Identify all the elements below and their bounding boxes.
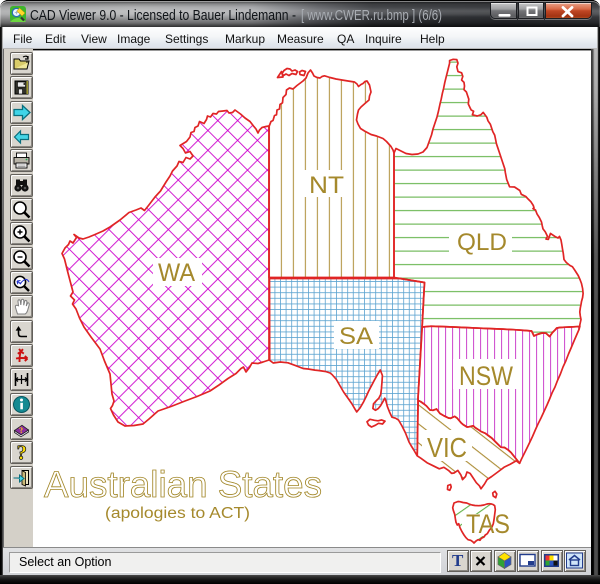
svg-text:T: T xyxy=(452,551,464,570)
svg-text:[ www.CWER.ru.bmp ] (6/6): [ www.CWER.ru.bmp ] (6/6) xyxy=(301,8,442,24)
svg-text:TAS: TAS xyxy=(466,509,510,539)
svg-text:NT: NT xyxy=(309,172,344,199)
svg-text:?: ? xyxy=(17,442,28,463)
svg-text:(apologies to ACT): (apologies to ACT) xyxy=(105,505,250,522)
svg-text:VIC: VIC xyxy=(427,432,467,463)
svg-text:SA: SA xyxy=(339,323,373,350)
svg-text:Australian States: Australian States xyxy=(44,464,322,505)
svg-text:CAD Viewer 9.0 - Licensed to B: CAD Viewer 9.0 - Licensed to Bauer Linde… xyxy=(30,8,296,24)
svg-text:WA: WA xyxy=(158,259,195,287)
svg-text:QLD: QLD xyxy=(457,229,507,256)
svg-text:NSW: NSW xyxy=(459,361,513,391)
